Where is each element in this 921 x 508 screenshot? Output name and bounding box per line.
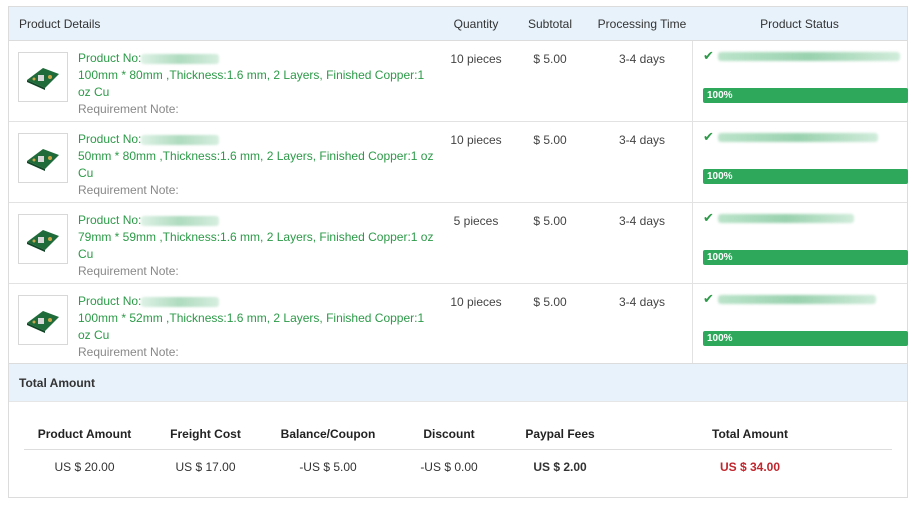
totals-header-row: Product Amount Freight Cost Balance/Coup… [24, 418, 892, 450]
status-text-line: ✔ [703, 291, 907, 307]
total-amount-title: Total Amount [9, 364, 907, 402]
progress-bar: 100% [703, 331, 908, 346]
progress-bar: 100% [703, 169, 908, 184]
product-number-label: Product No: [78, 132, 142, 146]
product-number-redacted [141, 215, 220, 226]
requirement-note-label: Requirement Note: [78, 183, 179, 197]
requirement-note-label: Requirement Note: [78, 345, 179, 359]
status-text-redacted [717, 51, 900, 61]
subtotal-cell: $ 5.00 [533, 52, 567, 66]
progress-fill [703, 169, 908, 184]
header-paypal-fees: Paypal Fees [525, 426, 595, 441]
product-status-cell: ✔ 100% [692, 284, 908, 364]
product-info: Product No: 100mm * 52mm ,Thickness:1.6 … [78, 293, 438, 364]
progress-label: 100% [707, 90, 733, 101]
progress-label: 100% [707, 333, 733, 344]
status-text-redacted [717, 213, 854, 223]
header-balance-coupon: Balance/Coupon [280, 426, 376, 441]
header-product-amount: Product Amount [37, 426, 132, 441]
header-product-status: Product Status [760, 16, 839, 31]
header-freight-cost: Freight Cost [170, 426, 241, 441]
product-spec: 79mm * 59mm ,Thickness:1.6 mm, 2 Layers,… [78, 230, 434, 261]
product-number-label: Product No: [78, 213, 142, 227]
subtotal-cell: $ 5.00 [533, 295, 567, 309]
product-status-cell: ✔ 100% [692, 122, 908, 202]
product-spec: 50mm * 80mm ,Thickness:1.6 mm, 2 Layers,… [78, 149, 434, 180]
subtotal-cell: $ 5.00 [533, 214, 567, 228]
quantity-cell: 10 pieces [450, 52, 502, 66]
product-row: Product No: 100mm * 52mm ,Thickness:1.6 … [9, 284, 908, 365]
product-amount-value: US $ 20.00 [54, 460, 115, 474]
header-processing-time: Processing Time [597, 16, 687, 31]
quantity-cell: 5 pieces [453, 214, 499, 228]
status-text-line: ✔ [703, 129, 907, 145]
total-amount-value: US $ 34.00 [719, 460, 781, 474]
progress-fill [703, 88, 908, 103]
status-text-redacted [717, 294, 876, 304]
pcb-board-icon[interactable] [18, 214, 68, 264]
processing-time-cell: 3-4 days [618, 295, 666, 309]
product-number-redacted [141, 296, 220, 307]
product-info: Product No: 50mm * 80mm ,Thickness:1.6 m… [78, 131, 438, 202]
status-text-redacted [717, 132, 878, 142]
product-number-label: Product No: [78, 294, 142, 308]
subtotal-cell: $ 5.00 [533, 133, 567, 147]
progress-bar: 100% [703, 250, 908, 265]
processing-time-cell: 3-4 days [618, 214, 666, 228]
order-details-page: Product Details Quantity Subtotal Proces… [0, 0, 921, 508]
pcb-board-icon[interactable] [18, 295, 68, 345]
check-icon: ✔ [703, 291, 714, 306]
status-text-line: ✔ [703, 48, 907, 64]
product-details-cell: Product No: 50mm * 80mm ,Thickness:1.6 m… [9, 122, 444, 202]
product-details-cell: Product No: 100mm * 52mm ,Thickness:1.6 … [9, 284, 444, 364]
product-status-cell: ✔ 100% [692, 203, 908, 283]
status-text-line: ✔ [703, 210, 907, 226]
product-info: Product No: 79mm * 59mm ,Thickness:1.6 m… [78, 212, 438, 283]
discount-value: -US $ 0.00 [420, 460, 478, 474]
product-details-cell: Product No: 79mm * 59mm ,Thickness:1.6 m… [9, 203, 444, 283]
check-icon: ✔ [703, 48, 714, 63]
header-product-details: Product Details [19, 16, 101, 31]
pcb-board-icon[interactable] [18, 52, 68, 102]
quantity-cell: 10 pieces [450, 133, 502, 147]
header-discount: Discount [423, 426, 475, 441]
products-table-header: Product Details Quantity Subtotal Proces… [9, 7, 907, 41]
progress-fill [703, 331, 908, 346]
balance-coupon-value: -US $ 5.00 [299, 460, 357, 474]
header-quantity: Quantity [453, 16, 499, 31]
processing-time-cell: 3-4 days [618, 52, 666, 66]
totals-table: Product Amount Freight Cost Balance/Coup… [24, 418, 892, 484]
progress-bar: 100% [703, 88, 908, 103]
product-number-label: Product No: [78, 51, 142, 65]
header-total-amount: Total Amount [712, 426, 788, 441]
processing-time-cell: 3-4 days [618, 133, 666, 147]
products-table: Product Details Quantity Subtotal Proces… [8, 6, 908, 365]
product-spec: 100mm * 80mm ,Thickness:1.6 mm, 2 Layers… [78, 68, 425, 99]
check-icon: ✔ [703, 129, 714, 144]
requirement-note-label: Requirement Note: [78, 264, 179, 278]
product-info: Product No: 100mm * 80mm ,Thickness:1.6 … [78, 50, 438, 121]
paypal-fees-value: US $ 2.00 [533, 460, 587, 474]
product-row: Product No: 50mm * 80mm ,Thickness:1.6 m… [9, 122, 908, 203]
freight-cost-value: US $ 17.00 [175, 460, 236, 474]
requirement-note-label: Requirement Note: [78, 102, 179, 116]
product-number-redacted [141, 134, 220, 145]
product-spec: 100mm * 52mm ,Thickness:1.6 mm, 2 Layers… [78, 311, 425, 342]
progress-label: 100% [707, 171, 733, 182]
check-icon: ✔ [703, 210, 714, 225]
product-row: Product No: 100mm * 80mm ,Thickness:1.6 … [9, 41, 908, 122]
progress-fill [703, 250, 908, 265]
total-amount-panel: Total Amount Product Amount Freight Cost… [8, 363, 908, 498]
quantity-cell: 10 pieces [450, 295, 502, 309]
totals-values-row: US $ 20.00 US $ 17.00 -US $ 5.00 -US $ 0… [24, 450, 892, 484]
product-row: Product No: 79mm * 59mm ,Thickness:1.6 m… [9, 203, 908, 284]
progress-label: 100% [707, 252, 733, 263]
pcb-board-icon[interactable] [18, 133, 68, 183]
product-status-cell: ✔ 100% [692, 41, 908, 121]
product-number-redacted [141, 53, 220, 64]
product-details-cell: Product No: 100mm * 80mm ,Thickness:1.6 … [9, 41, 444, 121]
header-subtotal: Subtotal [527, 16, 573, 31]
